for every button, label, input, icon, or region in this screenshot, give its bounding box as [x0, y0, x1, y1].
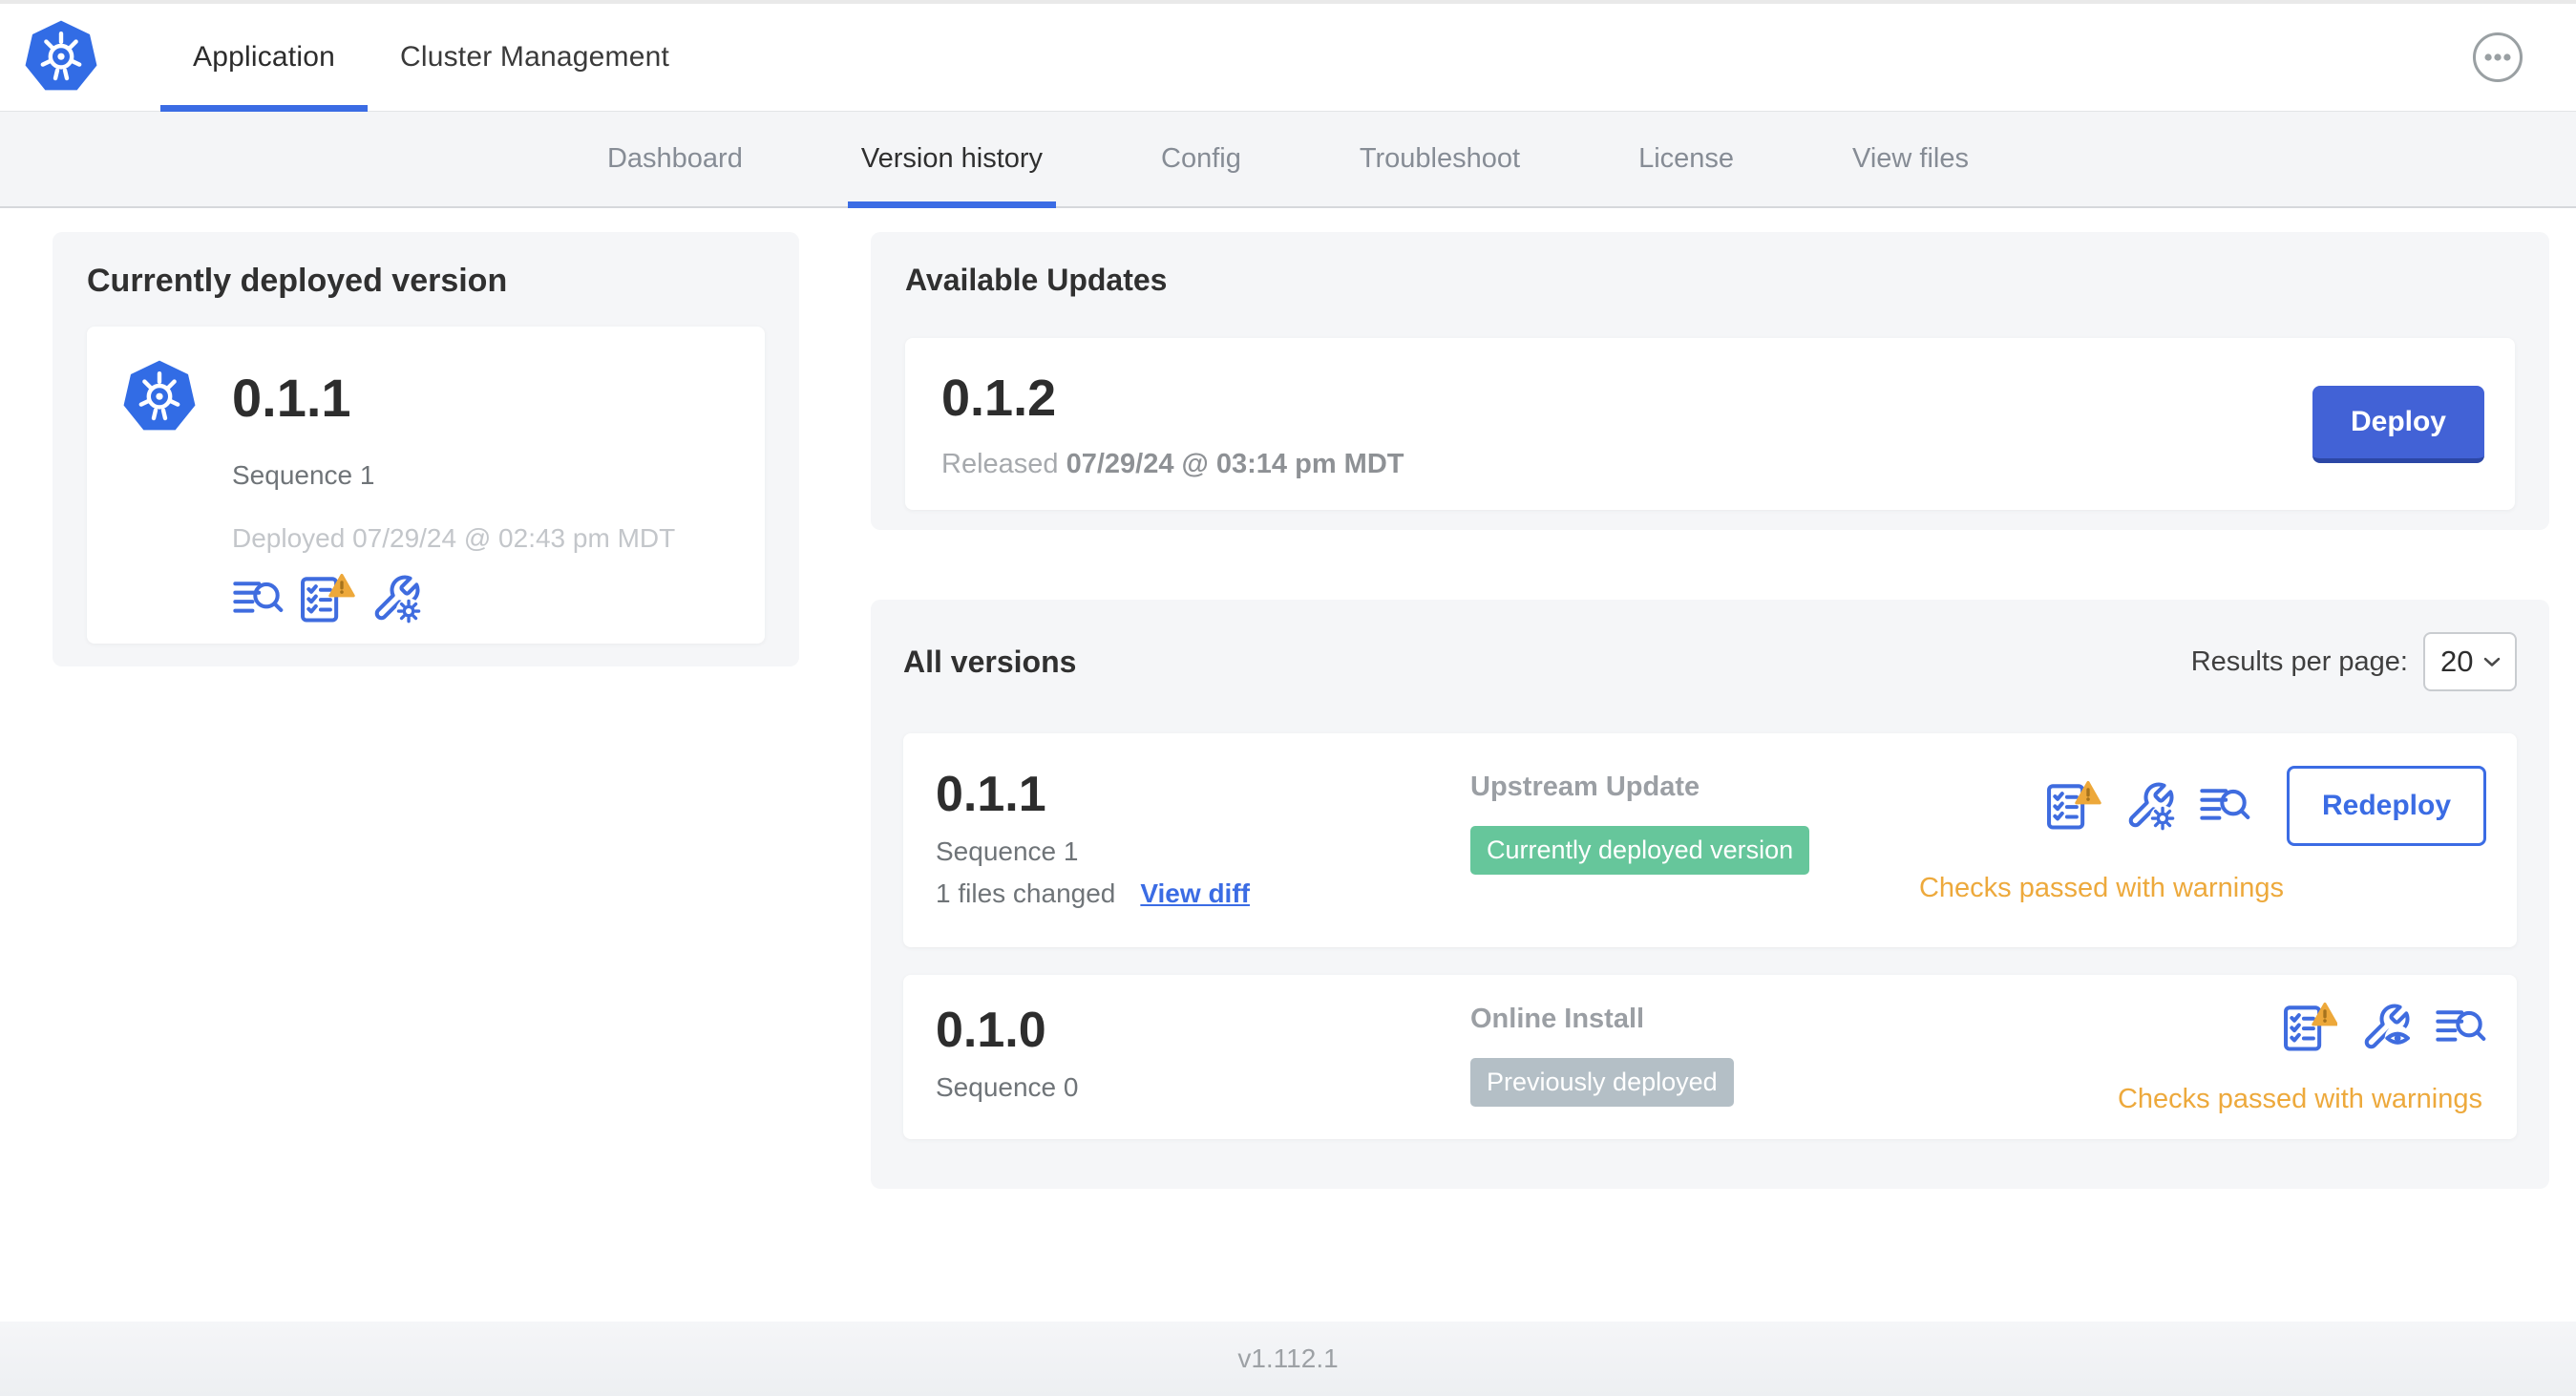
preflight-checks-warning-icon[interactable] — [2282, 1002, 2337, 1053]
row-version-number: 0.1.1 — [936, 767, 1046, 822]
currently-deployed-card: Currently deployed version 0.1.1 Sequenc… — [53, 232, 799, 666]
topbar-tab-application[interactable]: Application — [160, 4, 368, 112]
topbar: Application Cluster Management — [0, 0, 2576, 112]
tab-license[interactable]: License — [1579, 112, 1793, 206]
results-per-page-select[interactable]: 20 — [2423, 632, 2517, 691]
current-version-sequence: Sequence 1 — [232, 460, 375, 490]
update-released-date: Released 07/29/24 @ 03:14 pm MDT — [941, 448, 1404, 479]
preflight-checks-warning-icon[interactable] — [2045, 780, 2101, 832]
footer: v1.112.1 — [0, 1322, 2576, 1396]
previously-deployed-badge: Previously deployed — [1470, 1058, 1734, 1107]
config-wrench-gear-icon[interactable] — [2124, 780, 2176, 832]
row-source-label: Online Install — [1470, 1004, 1645, 1034]
checks-status-text: Checks passed with warnings — [2117, 1084, 2482, 1114]
update-version-number: 0.1.2 — [941, 369, 1057, 427]
tab-dashboard[interactable]: Dashboard — [548, 112, 802, 206]
config-wrench-gear-icon[interactable] — [370, 573, 422, 624]
logs-icon[interactable] — [232, 573, 284, 624]
available-updates-card: Available Updates 0.1.2 Released 07/29/2… — [871, 232, 2549, 530]
version-row-0-1-1: 0.1.1 Sequence 1 1 files changed View di… — [903, 733, 2517, 947]
more-options-button[interactable] — [2471, 31, 2524, 84]
row-sequence: Sequence 1 — [936, 836, 1079, 866]
kubernetes-version-icon — [121, 359, 198, 435]
row-source-label: Upstream Update — [1470, 772, 1700, 802]
update-row: 0.1.2 Released 07/29/24 @ 03:14 pm MDT D… — [905, 338, 2515, 510]
tab-troubleshoot[interactable]: Troubleshoot — [1300, 112, 1579, 206]
results-per-page-label: Results per page: — [2190, 645, 2408, 677]
config-wrench-eye-icon[interactable] — [2360, 1002, 2412, 1053]
row-version-number: 0.1.0 — [936, 1003, 1046, 1058]
topbar-tab-cluster-management[interactable]: Cluster Management — [368, 4, 702, 111]
row-sequence: Sequence 0 — [936, 1072, 1079, 1102]
available-updates-title: Available Updates — [905, 263, 1168, 297]
all-versions-title: All versions — [903, 644, 1077, 679]
current-version-tile: 0.1.1 Sequence 1 Deployed 07/29/24 @ 02:… — [87, 327, 765, 644]
logs-icon[interactable] — [2435, 1002, 2486, 1053]
version-row-0-1-0: 0.1.0 Sequence 0 Online Install Previous… — [903, 975, 2517, 1139]
preflight-checks-warning-icon[interactable] — [299, 573, 355, 624]
checks-status-text: Checks passed with warnings — [1918, 873, 2284, 903]
all-versions-card: All versions Results per page: 20 0.1.1 … — [871, 600, 2549, 1189]
tab-view-files[interactable]: View files — [1793, 112, 2028, 206]
tab-config[interactable]: Config — [1102, 112, 1300, 206]
files-changed-label: 1 files changed — [936, 878, 1116, 908]
currently-deployed-badge: Currently deployed version — [1470, 826, 1810, 875]
currently-deployed-title: Currently deployed version — [87, 263, 508, 299]
redeploy-button[interactable]: Redeploy — [2286, 766, 2486, 846]
app-subnav: Dashboard Version history Config Trouble… — [0, 112, 2576, 208]
console-version-text: v1.112.1 — [1237, 1343, 1339, 1373]
current-version-number: 0.1.1 — [232, 367, 351, 428]
logs-icon[interactable] — [2199, 780, 2250, 832]
view-diff-link[interactable]: View diff — [1140, 878, 1250, 909]
kubernetes-logo — [23, 19, 99, 95]
current-version-deployed-date: Deployed 07/29/24 @ 02:43 pm MDT — [232, 523, 676, 553]
deploy-button[interactable]: Deploy — [2312, 385, 2484, 463]
tab-version-history[interactable]: Version history — [802, 112, 1102, 208]
chevron-down-icon — [2479, 648, 2505, 675]
